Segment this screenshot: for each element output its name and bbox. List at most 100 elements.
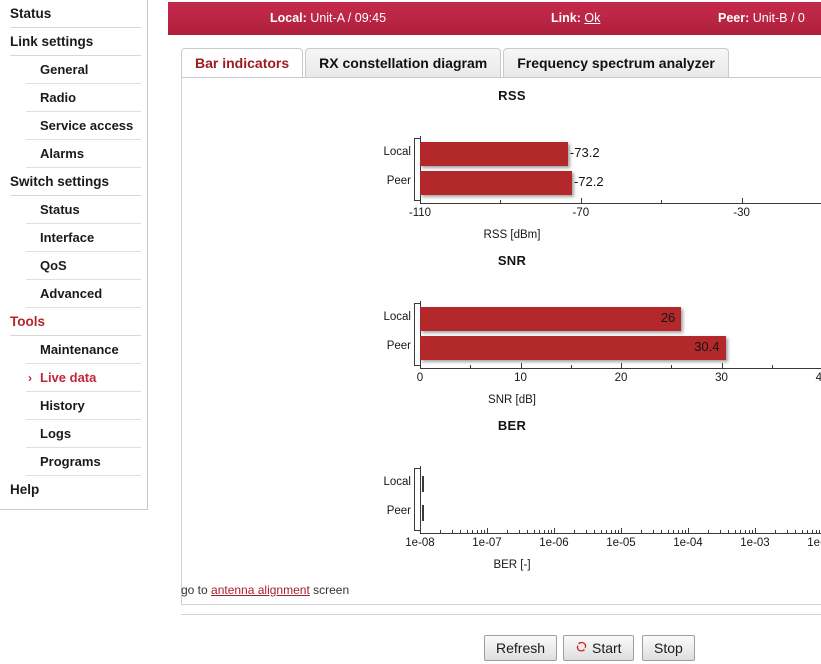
- link-suffix-text: screen: [309, 583, 350, 597]
- sidebar-item-label: Help: [10, 482, 40, 497]
- x-axis-tick-label: 20: [614, 372, 628, 384]
- x-axis-minor-tick: [677, 530, 679, 533]
- sidebar-item-live-data[interactable]: › Live data: [0, 364, 147, 392]
- sidebar-item-label: Alarms: [40, 146, 85, 161]
- x-axis-minor-tick: [744, 530, 746, 533]
- x-axis-minor-tick: [684, 530, 686, 533]
- x-axis-tick: [621, 363, 622, 368]
- x-axis-tick-label: 30: [715, 372, 728, 384]
- x-axis-minor-tick: [786, 530, 788, 533]
- x-axis-minor-tick: [795, 530, 797, 533]
- plot-area: Local -73.2 Peer -72.2 -110 -70 -30 RSS [dBm]: [182, 88, 821, 241]
- x-axis-minor-tick: [748, 530, 750, 533]
- x-axis-minor-tick: [533, 530, 535, 533]
- x-axis-minor-tick: [539, 530, 541, 533]
- sidebar-item-help[interactable]: Help: [0, 476, 147, 504]
- sidebar-item-label: Tools: [10, 314, 45, 329]
- x-axis-tick: [554, 528, 555, 533]
- x-axis-minor-tick: [460, 530, 462, 533]
- x-axis-minor-tick: [507, 530, 509, 533]
- x-axis-tick: [741, 198, 743, 203]
- sidebar-item-logs[interactable]: Logs: [0, 420, 147, 448]
- x-axis-tick: [487, 528, 488, 533]
- x-axis-tick-label: 1e-08: [405, 537, 435, 549]
- sidebar-item-service-access[interactable]: Service access: [0, 112, 147, 140]
- start-button-label: Start: [592, 640, 622, 656]
- start-button[interactable]: Start: [563, 635, 634, 661]
- sidebar-item-label: Live data: [40, 370, 97, 385]
- sidebar-item-status[interactable]: Status: [0, 0, 147, 28]
- x-axis-minor-tick: [476, 530, 478, 533]
- bar-peer: [422, 505, 424, 521]
- x-axis-tick-label: -110: [408, 207, 432, 219]
- x-axis-tick-label: 1e-02: [807, 537, 821, 549]
- status-bar: Local: Unit-A / 09:45 Link: Ok Peer: Uni…: [168, 2, 821, 35]
- stop-button[interactable]: Stop: [642, 635, 695, 661]
- sidebar-item-radio[interactable]: Radio: [0, 84, 147, 112]
- status-local-value: Unit-A / 09:45: [310, 11, 387, 25]
- antenna-alignment-row: go to antenna alignment screen: [181, 578, 821, 604]
- x-axis-minor-tick: [667, 530, 669, 533]
- tab-rx-constellation-diagram[interactable]: RX constellation diagram: [305, 48, 502, 77]
- x-axis-minor-tick: [570, 365, 572, 368]
- x-axis-tick-label: 1e-07: [472, 537, 502, 549]
- x-axis-minor-tick: [671, 365, 673, 368]
- sidebar-item-switch-settings[interactable]: Switch settings: [0, 168, 147, 196]
- sidebar-item-label: Status: [10, 6, 52, 21]
- sidebar-item-advanced[interactable]: Advanced: [0, 280, 147, 308]
- x-axis-minor-tick: [606, 530, 608, 533]
- sidebar-item-interface[interactable]: Interface: [0, 224, 147, 252]
- sidebar-item-label: Advanced: [40, 286, 103, 301]
- bar-category-label: Local: [383, 146, 412, 158]
- chart-snr: SNRLocal26Peer30.4010203040SNR [dB]: [182, 253, 821, 418]
- live-data-screen: Status Link settings General Radio Service a…: [0, 0, 821, 664]
- x-axis-minor-tick: [811, 530, 813, 533]
- sidebar-item-link-settings[interactable]: Link settings: [0, 28, 147, 56]
- x-axis-minor-tick: [472, 530, 474, 533]
- x-axis-minor-tick: [527, 530, 529, 533]
- sidebar-item-maintenance[interactable]: Maintenance: [0, 336, 147, 364]
- x-axis-minor-tick: [574, 530, 576, 533]
- sidebar-navigation: Status Link settings General Radio Service a…: [0, 0, 148, 510]
- x-axis-tick: [420, 363, 421, 368]
- sidebar-item-status[interactable]: Status: [0, 196, 147, 224]
- x-axis-tick: [420, 198, 421, 203]
- x-axis-tick-label: -30: [733, 207, 750, 219]
- sidebar-item-alarms[interactable]: Alarms: [0, 140, 147, 168]
- refresh-button[interactable]: Refresh: [484, 635, 558, 661]
- tab-frequency-spectrum-analyzer[interactable]: Frequency spectrum analyzer: [503, 48, 729, 77]
- sidebar-item-programs[interactable]: Programs: [0, 448, 147, 476]
- sidebar-item-qos[interactable]: QoS: [0, 252, 147, 280]
- bar-indicators-panel: RSS Local -73.2 Peer -72.2 -110 -70 -30 RSS [dBm…: [181, 77, 821, 605]
- x-axis-tick: [520, 363, 522, 368]
- sidebar-item-label: History: [40, 398, 85, 413]
- x-axis-minor-tick: [547, 530, 549, 533]
- x-axis-line: [420, 533, 821, 534]
- x-axis-minor-tick: [740, 530, 742, 533]
- x-axis-tick-label: -70: [572, 207, 590, 219]
- sidebar-item-label: Switch settings: [10, 174, 110, 189]
- sidebar-item-label: Service access: [40, 118, 134, 133]
- x-axis-title: SNR [dB]: [488, 394, 536, 406]
- x-axis-minor-tick: [815, 530, 817, 533]
- antenna-alignment-link[interactable]: antenna alignment: [211, 583, 310, 597]
- x-axis-tick-label: 1e-05: [606, 537, 636, 549]
- status-local: Local: Unit-A / 09:45: [270, 11, 386, 25]
- status-link-value-link[interactable]: Ok: [584, 11, 600, 25]
- x-axis-minor-tick: [466, 530, 468, 533]
- status-link: Link: Ok: [551, 11, 600, 25]
- status-peer-value: Unit-B / 0: [752, 11, 805, 25]
- sidebar-item-history[interactable]: History: [0, 392, 147, 420]
- status-local-key: Local:: [270, 11, 307, 25]
- refresh-button-label: Refresh: [496, 640, 546, 656]
- x-axis-minor-tick: [610, 530, 612, 533]
- status-peer: Peer: Unit-B / 0: [718, 11, 805, 25]
- sidebar-item-label: Logs: [40, 426, 72, 441]
- sidebar-item-tools[interactable]: Tools: [0, 308, 147, 336]
- tab-bar-indicators[interactable]: Bar indicators: [181, 48, 304, 77]
- bar-value-label: 26: [660, 310, 676, 325]
- sidebar-item-label: Programs: [40, 454, 101, 469]
- sidebar-item-general[interactable]: General: [0, 56, 147, 84]
- tab-label: RX constellation diagram: [319, 55, 488, 71]
- bar-value-label: -72.2: [573, 174, 604, 189]
